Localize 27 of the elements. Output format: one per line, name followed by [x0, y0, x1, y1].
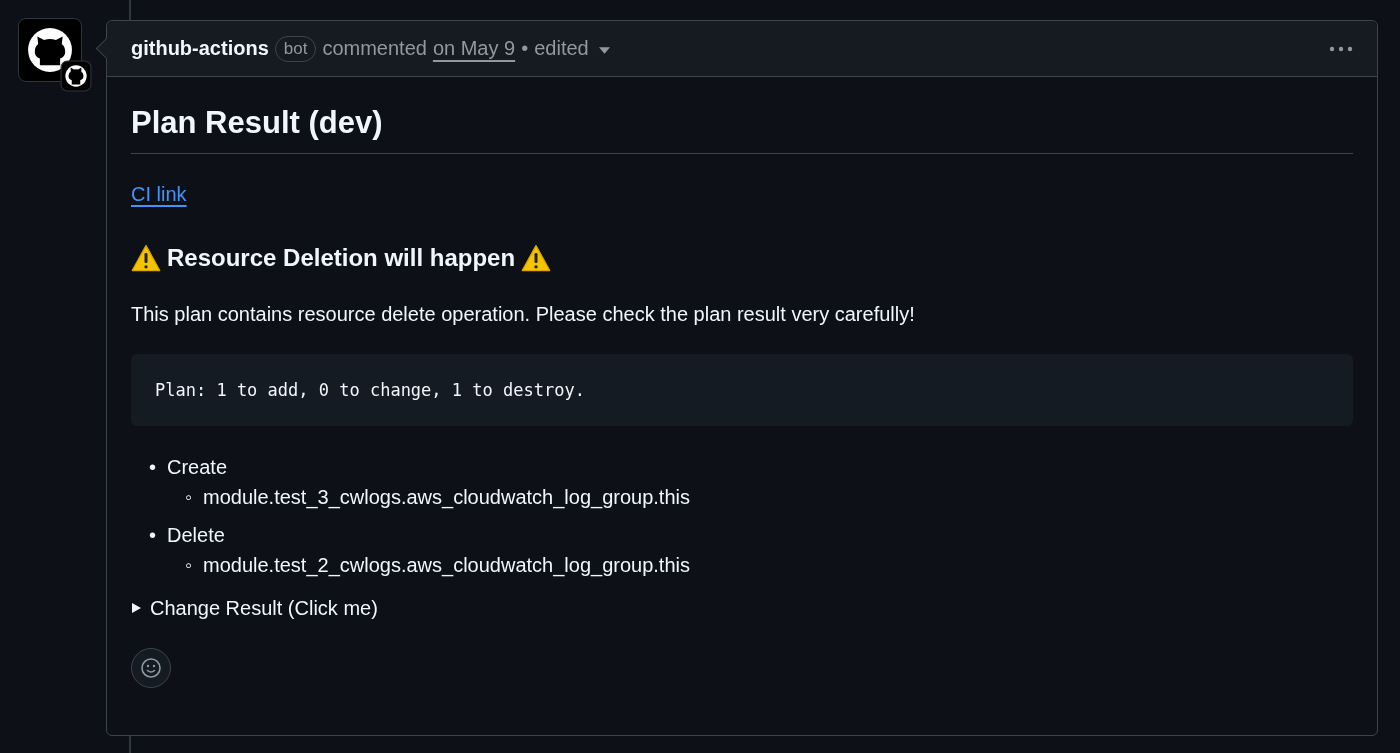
comment-heading: Plan Result (dev)	[131, 104, 384, 142]
more-options-icon[interactable]	[1329, 44, 1353, 53]
edited-menu[interactable]: edited	[534, 37, 610, 60]
code-text: Plan: 1 to add, 0 to change, 1 to destroy.	[155, 380, 585, 400]
bullet: ◦	[185, 553, 194, 578]
warning-heading: Resource Deletion will happen	[167, 243, 516, 273]
warning-icon	[521, 244, 552, 272]
ci-link[interactable]: CI link	[131, 183, 187, 205]
bullet: •	[149, 523, 157, 548]
triangle-right-icon	[131, 602, 142, 614]
list-item: Delete	[167, 524, 225, 546]
smiley-icon	[139, 656, 163, 680]
description-text: This plan contains resource delete operation. Please check the plan result very carefully!	[131, 302, 916, 327]
avatar-drawing[interactable]	[18, 20, 92, 92]
caret-icon	[598, 47, 610, 54]
action-text: commented	[322, 37, 427, 60]
list-item: Create	[167, 456, 228, 478]
bullet: ◦	[185, 485, 194, 510]
add-reaction-button[interactable]	[131, 648, 171, 688]
list-item: module.test_3_cwlogs.aws_cloudwatch_log_group.this	[203, 486, 690, 508]
list-item: module.test_2_cwlogs.aws_cloudwatch_log_group.this	[203, 554, 690, 576]
warning-icon	[131, 244, 161, 272]
separator: •	[521, 37, 529, 60]
details-summary[interactable]: Change Result (Click me)	[131, 594, 378, 622]
bullet: •	[149, 455, 157, 480]
date-link[interactable]: on May 9	[432, 37, 516, 60]
author-link[interactable]: github-actions	[131, 37, 269, 60]
